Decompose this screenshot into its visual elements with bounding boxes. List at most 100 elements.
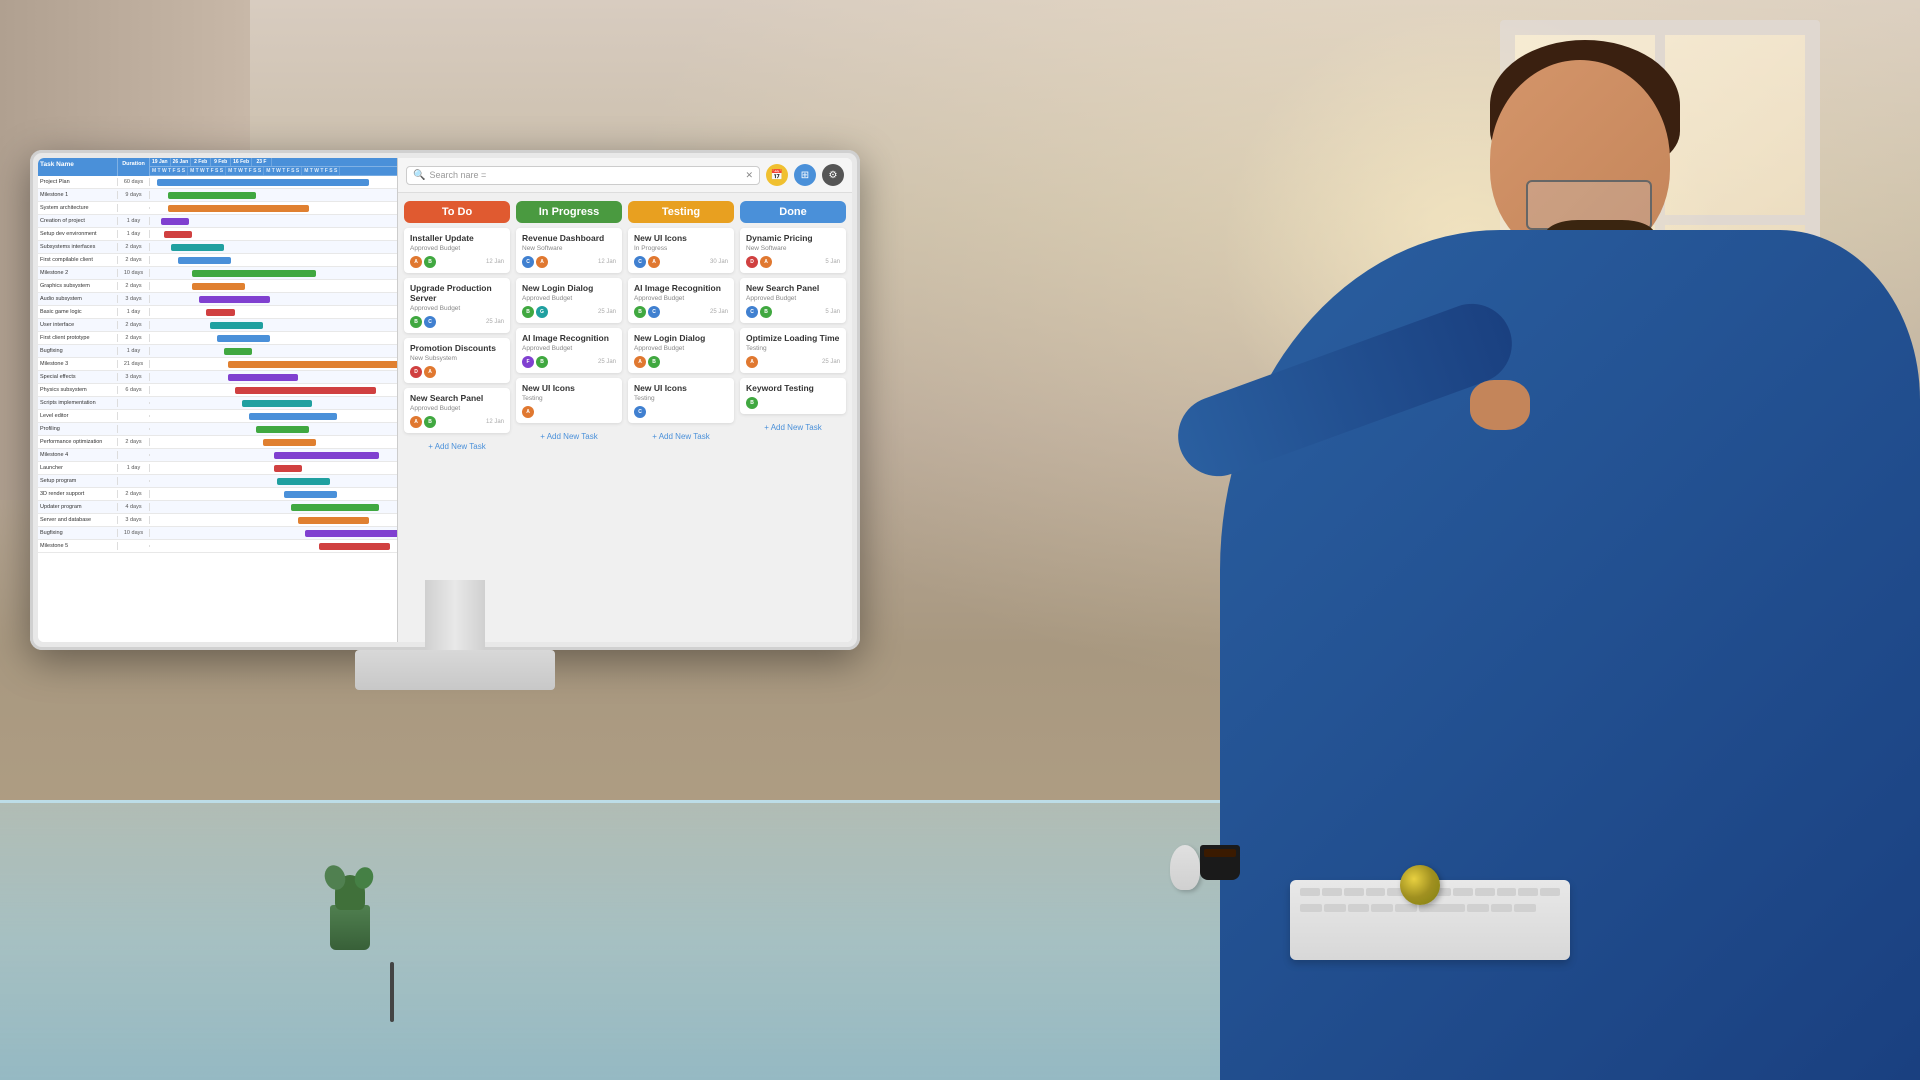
gantt-bar bbox=[164, 231, 192, 238]
card-subtitle: New Software bbox=[522, 245, 616, 252]
task-name[interactable]: Bugfixing bbox=[38, 529, 118, 537]
task-name[interactable]: System architecture bbox=[38, 204, 118, 212]
task-name[interactable]: First compilable client bbox=[38, 256, 118, 264]
kanban-columns: To Do Installer Update Approved Budget A… bbox=[398, 193, 852, 642]
task-duration: 4 days bbox=[118, 503, 150, 511]
task-name[interactable]: Milestone 5 bbox=[38, 542, 118, 550]
task-name[interactable]: Bugfixing bbox=[38, 347, 118, 355]
kanban-toolbar: 🔍 Search nare = ✕ 📅 ⊞ ⚙ bbox=[398, 158, 852, 193]
task-name[interactable]: Updater program bbox=[38, 503, 118, 511]
gantt-bar-area bbox=[150, 228, 397, 240]
gantt-row: Audio subsystem 3 days bbox=[38, 293, 397, 306]
task-name[interactable]: Special effects bbox=[38, 373, 118, 381]
kanban-card[interactable]: New UI Icons Testing A bbox=[516, 378, 622, 423]
gantt-header: Task Name Duration 19 Jan 26 Jan 2 Feb 9… bbox=[38, 158, 397, 176]
card-avatars: BG bbox=[522, 306, 548, 318]
kanban-card[interactable]: New UI Icons Testing C bbox=[628, 378, 734, 423]
task-duration: 10 days bbox=[118, 529, 150, 537]
card-avatars: BC bbox=[410, 316, 436, 328]
task-name[interactable]: Milestone 4 bbox=[38, 451, 118, 459]
add-task-button[interactable]: + Add New Task bbox=[628, 428, 734, 445]
task-name[interactable]: Milestone 1 bbox=[38, 191, 118, 199]
search-box[interactable]: 🔍 Search nare = ✕ bbox=[406, 166, 760, 185]
card-footer: C bbox=[634, 406, 728, 418]
gantt-bar-area bbox=[150, 488, 397, 500]
card-avatar: F bbox=[522, 356, 534, 368]
kanban-card[interactable]: Upgrade Production Server Approved Budge… bbox=[404, 278, 510, 333]
task-name[interactable]: Creation of project bbox=[38, 217, 118, 225]
card-avatars: A bbox=[746, 356, 758, 368]
gantt-bar bbox=[157, 179, 369, 186]
card-date: 5 Jan bbox=[825, 259, 840, 265]
task-name[interactable]: Audio subsystem bbox=[38, 295, 118, 303]
gantt-bar-area bbox=[150, 189, 397, 201]
task-name[interactable]: First client prototype bbox=[38, 334, 118, 342]
settings-button[interactable]: ⚙ bbox=[822, 164, 844, 186]
task-name[interactable]: 3D render support bbox=[38, 490, 118, 498]
mouse bbox=[1170, 845, 1200, 890]
search-clear-button[interactable]: ✕ bbox=[745, 170, 753, 181]
add-task-button[interactable]: + Add New Task bbox=[740, 419, 846, 436]
kanban-card[interactable]: New Search Panel Approved Budget AB 12 J… bbox=[404, 388, 510, 433]
card-subtitle: Approved Budget bbox=[634, 345, 728, 352]
task-name[interactable]: Scripts implementation bbox=[38, 399, 118, 407]
add-task-button[interactable]: + Add New Task bbox=[404, 438, 510, 455]
kanban-card[interactable]: Revenue Dashboard New Software CA 12 Jan bbox=[516, 228, 622, 273]
task-name[interactable]: Milestone 3 bbox=[38, 360, 118, 368]
kanban-card[interactable]: Keyword Testing B bbox=[740, 378, 846, 414]
card-date: 25 Jan bbox=[598, 359, 616, 365]
gantt-bar bbox=[217, 335, 270, 342]
card-subtitle: Testing bbox=[634, 395, 728, 402]
add-task-button[interactable]: + Add New Task bbox=[516, 428, 622, 445]
card-date: 12 Jan bbox=[598, 259, 616, 265]
kanban-card[interactable]: AI Image Recognition Approved Budget BC … bbox=[628, 278, 734, 323]
card-title: Promotion Discounts bbox=[410, 343, 504, 353]
task-name[interactable]: Milestone 2 bbox=[38, 269, 118, 277]
gantt-row: First client prototype 2 days bbox=[38, 332, 397, 345]
task-name[interactable]: Graphics subsystem bbox=[38, 282, 118, 290]
card-footer: CA 30 Jan bbox=[634, 256, 728, 268]
gantt-row: Creation of project 1 day bbox=[38, 215, 397, 228]
task-name[interactable]: Server and database bbox=[38, 516, 118, 524]
gantt-row: Physics subsystem 6 days bbox=[38, 384, 397, 397]
gantt-bar-area bbox=[150, 527, 397, 539]
gantt-bar bbox=[199, 296, 270, 303]
kanban-card[interactable]: Dynamic Pricing New Software DA 5 Jan bbox=[740, 228, 846, 273]
task-name[interactable]: Setup dev environment bbox=[38, 230, 118, 238]
kanban-card[interactable]: New Search Panel Approved Budget CB 5 Ja… bbox=[740, 278, 846, 323]
task-duration: 2 days bbox=[118, 243, 150, 251]
task-name[interactable]: Profiling bbox=[38, 425, 118, 433]
calendar-button[interactable]: 📅 bbox=[766, 164, 788, 186]
view-button[interactable]: ⊞ bbox=[794, 164, 816, 186]
monitor-bezel: Task Name Duration 19 Jan 26 Jan 2 Feb 9… bbox=[30, 150, 860, 650]
kanban-card[interactable]: AI Image Recognition Approved Budget FB … bbox=[516, 328, 622, 373]
task-name[interactable]: Performance optimization bbox=[38, 438, 118, 446]
kanban-card[interactable]: Optimize Loading Time Testing A 25 Jan bbox=[740, 328, 846, 373]
task-name[interactable]: User interface bbox=[38, 321, 118, 329]
day-labels-5: M T W T F S S bbox=[302, 167, 340, 175]
card-footer: BC 25 Jan bbox=[410, 316, 504, 328]
task-name[interactable]: Launcher bbox=[38, 464, 118, 472]
kanban-card[interactable]: New Login Dialog Approved Budget AB bbox=[628, 328, 734, 373]
gantt-bar bbox=[192, 270, 316, 277]
kanban-card[interactable]: New Login Dialog Approved Budget BG 25 J… bbox=[516, 278, 622, 323]
task-name[interactable]: Basic game logic bbox=[38, 308, 118, 316]
kanban-card[interactable]: New UI Icons In Progress CA 30 Jan bbox=[628, 228, 734, 273]
column-header-todo: To Do bbox=[404, 201, 510, 223]
gantt-bar-area bbox=[150, 345, 397, 357]
kanban-card[interactable]: Promotion Discounts New Subsystem DA bbox=[404, 338, 510, 383]
task-name[interactable]: Level editor bbox=[38, 412, 118, 420]
task-name[interactable]: Subsystems interfaces bbox=[38, 243, 118, 251]
task-name[interactable]: Project Plan bbox=[38, 178, 118, 186]
gantt-row: Launcher 1 day bbox=[38, 462, 397, 475]
card-footer: CA 12 Jan bbox=[522, 256, 616, 268]
kanban-card[interactable]: Installer Update Approved Budget AB 12 J… bbox=[404, 228, 510, 273]
gantt-bar bbox=[171, 244, 224, 251]
column-header-inprogress: In Progress bbox=[516, 201, 622, 223]
task-name[interactable]: Setup program bbox=[38, 477, 118, 485]
task-name[interactable]: Physics subsystem bbox=[38, 386, 118, 394]
day-labels-2: M T W T F S S bbox=[188, 167, 226, 175]
gantt-bar-area bbox=[150, 514, 397, 526]
card-avatars: AB bbox=[634, 356, 660, 368]
card-title: Keyword Testing bbox=[746, 383, 840, 393]
